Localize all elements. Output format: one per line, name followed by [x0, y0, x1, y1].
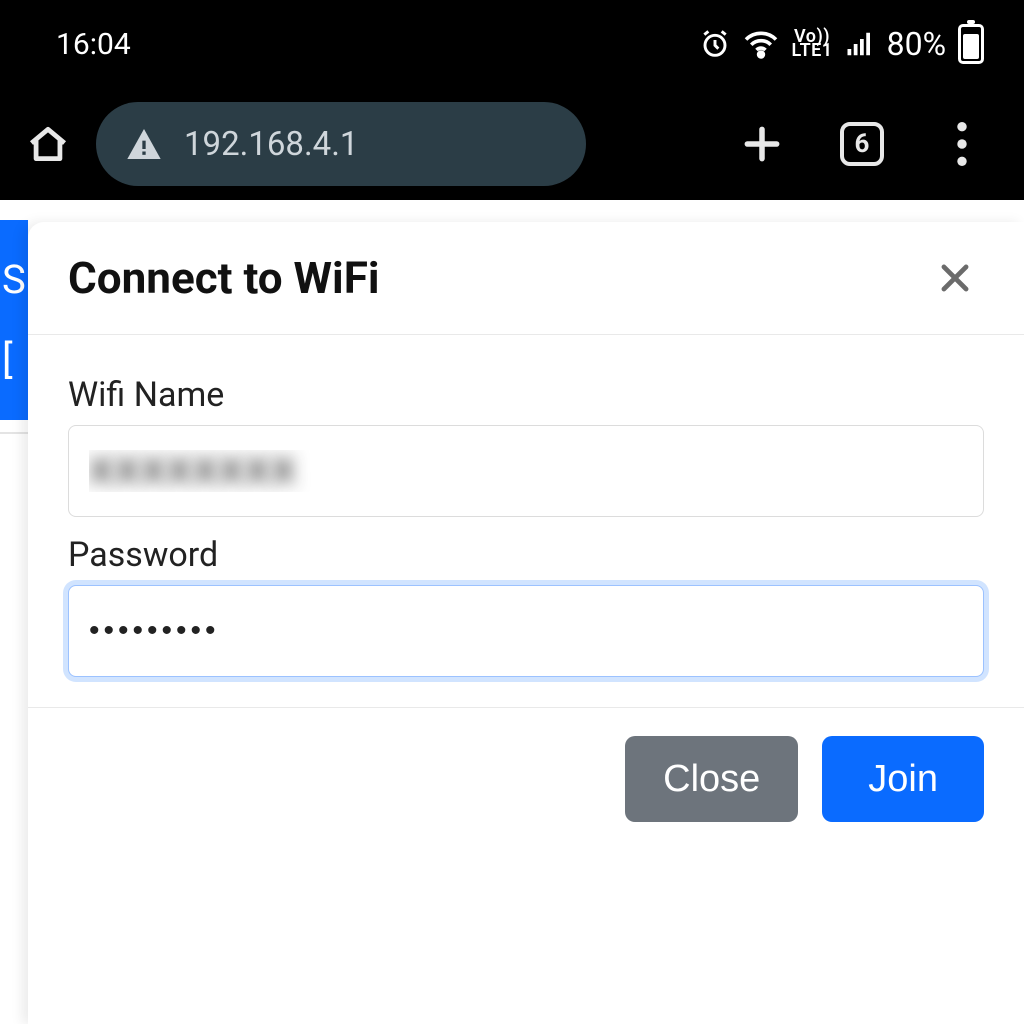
battery-icon — [958, 24, 984, 64]
new-tab-button[interactable] — [734, 116, 790, 172]
modal-header: Connect to WiFi — [28, 222, 1024, 335]
browser-toolbar: 192.168.4.1 6 — [0, 88, 1024, 200]
wifi-name-input[interactable] — [68, 425, 984, 517]
home-button[interactable] — [20, 116, 76, 172]
close-button[interactable]: Close — [625, 736, 798, 822]
not-secure-icon — [124, 124, 164, 164]
tabs-button[interactable]: 6 — [834, 116, 890, 172]
modal-footer: Close Join — [28, 708, 1024, 862]
wifi-icon — [743, 29, 779, 59]
wifi-name-label: Wifi Name — [68, 375, 984, 415]
close-icon — [936, 259, 974, 297]
status-right-cluster: Vo)) LTE1 80% — [699, 24, 984, 64]
password-label: Password — [68, 535, 984, 575]
android-status-bar: 16:04 Vo)) LTE1 80% — [0, 0, 1024, 88]
tabs-count: 6 — [855, 129, 870, 159]
more-vertical-icon — [957, 122, 967, 166]
tabs-count-box: 6 — [840, 122, 884, 166]
modal-close-button[interactable] — [936, 259, 984, 297]
home-icon — [26, 122, 70, 166]
overflow-menu-button[interactable] — [934, 116, 990, 172]
address-bar-url: 192.168.4.1 — [184, 125, 358, 164]
alarm-icon — [699, 28, 731, 60]
signal-icon — [845, 30, 875, 58]
plus-icon — [740, 122, 784, 166]
address-bar[interactable]: 192.168.4.1 — [96, 102, 586, 186]
modal-title: Connect to WiFi — [68, 252, 380, 304]
join-button[interactable]: Join — [822, 736, 984, 822]
volte-indicator: Vo)) LTE1 — [791, 30, 832, 59]
password-input[interactable] — [68, 585, 984, 677]
background-page-peek: S[ — [0, 220, 28, 420]
connect-wifi-modal: Connect to WiFi Wifi Name Password Close… — [28, 222, 1024, 1024]
battery-percent: 80% — [887, 25, 946, 63]
modal-body: Wifi Name Password — [28, 335, 1024, 708]
status-time: 16:04 — [56, 27, 131, 62]
